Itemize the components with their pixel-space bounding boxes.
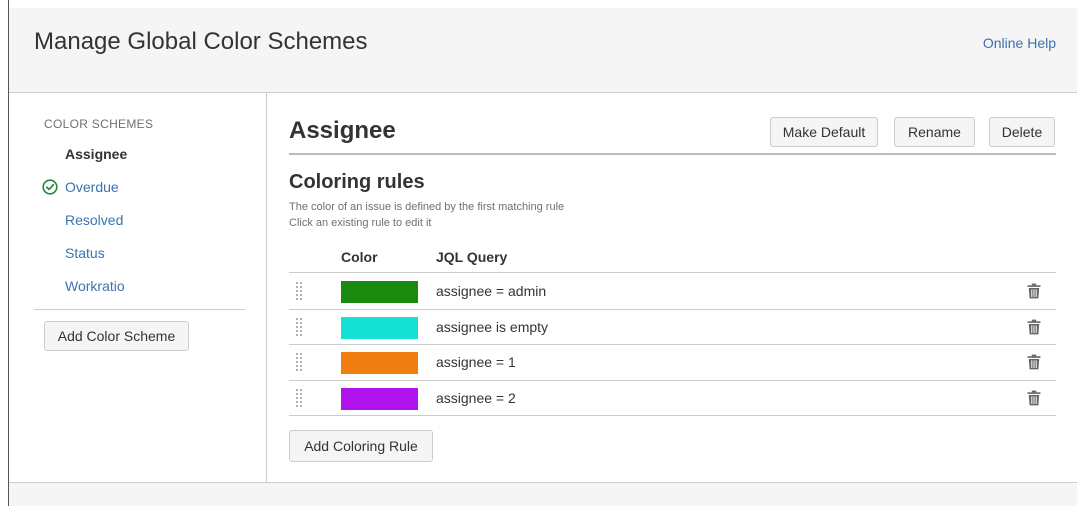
table-row[interactable]: assignee = admin [289,274,1056,310]
add-color-scheme-button[interactable]: Add Color Scheme [44,321,189,351]
page: Manage Global Color Schemes Online Help … [9,8,1077,506]
scheme-item-label: Status [65,245,105,261]
scheme-item-status[interactable]: Status [34,240,254,273]
color-swatch [341,352,418,374]
trash-icon[interactable] [1027,319,1041,335]
scheme-item-workratio[interactable]: Workratio [34,273,254,306]
rules-table-header: Color JQL Query [289,241,1056,273]
sidebar: COLOR SCHEMES Assignee Overdue Resolved [9,93,267,482]
sidebar-divider [34,309,245,310]
sidebar-heading: COLOR SCHEMES [44,117,154,131]
description-line: The color of an issue is defined by the … [289,201,565,213]
column-header-jql-query: JQL Query [436,249,508,265]
color-swatch [341,316,418,339]
page-header: Manage Global Color Schemes Online Help [9,8,1077,92]
coloring-rules-description: The color of an issue is defined by the … [289,199,564,231]
drag-handle-icon[interactable] [295,387,303,408]
color-swatch [341,281,418,303]
color-swatch [341,387,418,410]
scheme-item-label: Assignee [65,146,128,162]
rule-query: assignee = admin [436,283,547,299]
table-row[interactable]: assignee = 1 [289,345,1056,381]
title-divider [289,153,1056,155]
scheme-title: Assignee [289,117,396,144]
coloring-rules-heading: Coloring rules [289,171,425,193]
table-row[interactable]: assignee is empty [289,310,1056,345]
rule-query: assignee = 1 [436,354,516,370]
drag-handle-icon[interactable] [295,352,303,372]
check-circle-icon [42,179,58,195]
scheme-list: Assignee Overdue Resolved Status Workrat… [34,141,254,306]
add-coloring-rule-button[interactable]: Add Coloring Rule [289,430,433,462]
rule-query: assignee is empty [436,318,549,335]
trash-icon[interactable] [1027,354,1041,370]
column-header-color: Color [341,249,378,265]
content-panel: COLOR SCHEMES Assignee Overdue Resolved [9,92,1077,483]
trash-icon[interactable] [1027,390,1041,406]
scheme-detail: Assignee Make Default Rename Delete Colo… [268,93,1077,482]
rename-button[interactable]: Rename [894,117,975,147]
scheme-item-resolved[interactable]: Resolved [34,207,254,240]
trash-icon[interactable] [1027,283,1041,299]
drag-handle-icon[interactable] [295,281,303,301]
description-line: Click an existing rule to edit it [289,217,432,229]
scheme-item-assignee[interactable]: Assignee [34,141,254,174]
drag-handle-icon[interactable] [295,316,303,337]
page-title: Manage Global Color Schemes [34,28,368,55]
rule-query: assignee = 2 [436,389,516,406]
online-help-link[interactable]: Online Help [983,35,1056,51]
app-frame: Manage Global Color Schemes Online Help … [0,0,1091,506]
delete-button[interactable]: Delete [989,117,1055,147]
rules-table-body: assignee = admin assignee is empty assig… [289,274,1056,416]
scheme-item-label: Resolved [65,212,124,228]
make-default-button[interactable]: Make Default [770,117,878,147]
scheme-item-label: Workratio [65,278,125,294]
scheme-item-label: Overdue [65,179,119,195]
table-row[interactable]: assignee = 2 [289,381,1056,416]
scheme-item-overdue[interactable]: Overdue [34,174,254,207]
